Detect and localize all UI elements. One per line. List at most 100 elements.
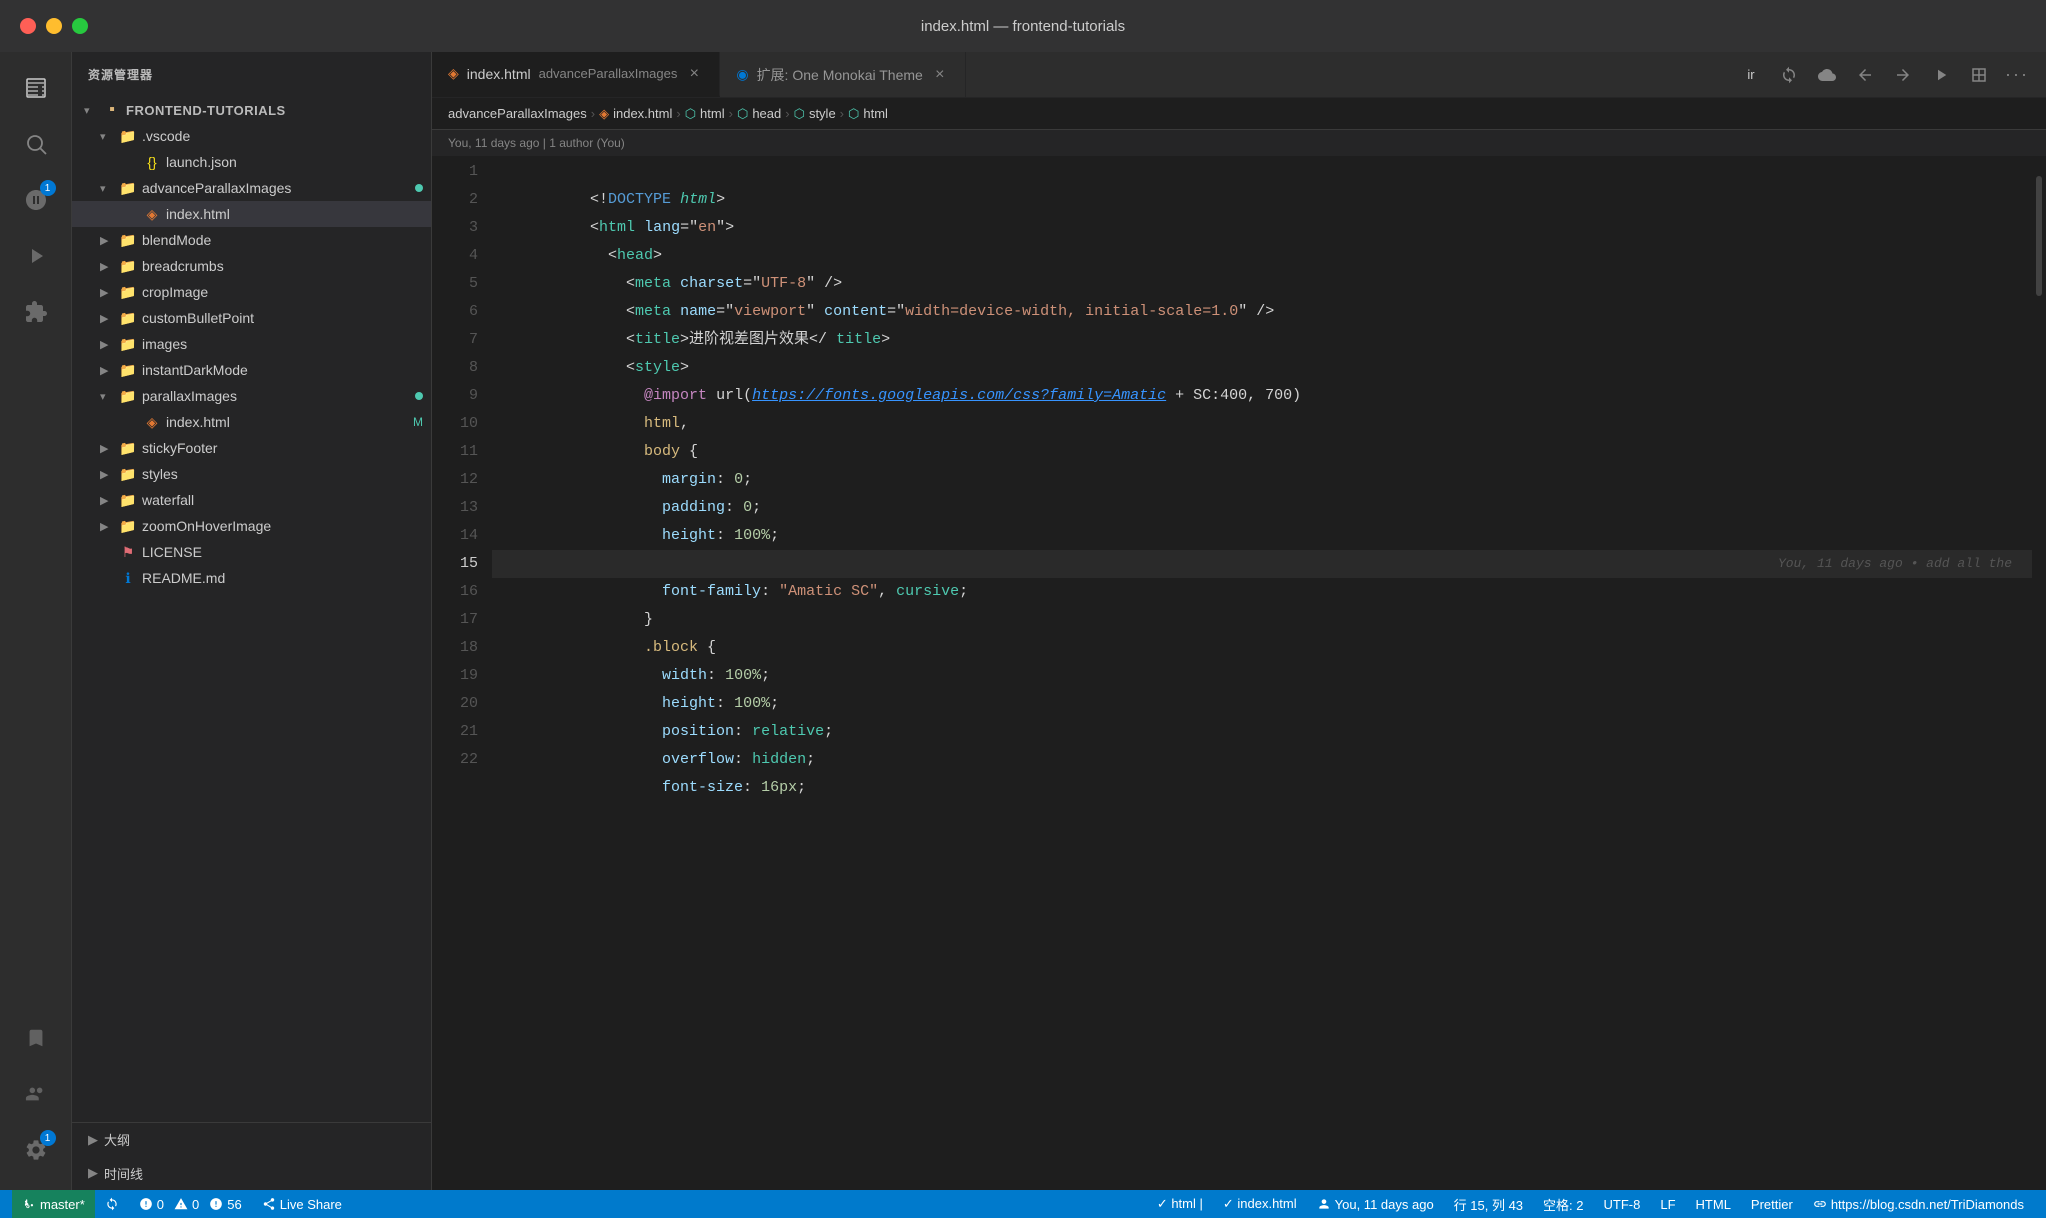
waterfall-label: waterfall (142, 492, 431, 508)
bc-sep2: › (676, 106, 680, 121)
toolbar-more[interactable]: ··· (2000, 58, 2034, 92)
status-check-html[interactable]: ✓ html | (1147, 1190, 1213, 1218)
code-line-19: height: 100%; (492, 662, 2032, 690)
status-check-index[interactable]: ✓ index.html (1213, 1190, 1307, 1218)
root-arrow: ▾ (84, 104, 102, 117)
status-remote-url[interactable]: https://blog.csdn.net/TriDiamonds (1803, 1190, 2034, 1218)
tree-item-cropimage[interactable]: ▶ 📁 cropImage (72, 279, 431, 305)
tab-index-label: index.html (467, 66, 531, 82)
tree-item-vscode[interactable]: ▾ 📁 .vscode (72, 123, 431, 149)
tree-item-advanceparallax[interactable]: ▾ 📁 advanceParallaxImages (72, 175, 431, 201)
tree-item-sticky[interactable]: ▶ 📁 stickyFooter (72, 435, 431, 461)
encoding-label: UTF-8 (1604, 1197, 1641, 1212)
activity-source-control[interactable]: 1 (10, 174, 62, 226)
tree-item-images[interactable]: ▶ 📁 images (72, 331, 431, 357)
waterfall-folder-icon: 📁 (118, 492, 138, 509)
status-lang[interactable]: HTML (1686, 1190, 1741, 1218)
close-button[interactable] (20, 18, 36, 34)
zoom-label: zoomOnHoverImage (142, 518, 431, 534)
launch-label: launch.json (166, 154, 431, 170)
tree-item-breadcrumbs[interactable]: ▶ 📁 breadcrumbs (72, 253, 431, 279)
activity-bookmark[interactable] (10, 1012, 62, 1064)
line-numbers: 1 2 3 4 5 6 7 8 9 10 11 12 13 14 15 16 1… (432, 156, 492, 1190)
bc-sep3: › (729, 106, 733, 121)
timeline-panel[interactable]: ▶ 时间线 (72, 1157, 431, 1191)
tab-monokai-close[interactable]: × (931, 66, 949, 84)
tree-item-styles[interactable]: ▶ 📁 styles (72, 461, 431, 487)
status-encoding[interactable]: UTF-8 (1594, 1190, 1651, 1218)
tree-item-launch-json[interactable]: {} launch.json (72, 149, 431, 175)
bc-sep5: › (840, 106, 844, 121)
blendmode-label: blendMode (142, 232, 431, 248)
status-bar: master* 0 0 56 Live Share ✓ html | ✓ ind… (0, 1190, 2046, 1218)
activity-remote[interactable] (10, 1068, 62, 1120)
timeline-label: 时间线 (104, 1164, 143, 1183)
bc-style[interactable]: style (809, 106, 836, 121)
activity-extensions[interactable] (10, 286, 62, 338)
tree-item-blendmode[interactable]: ▶ 📁 blendMode (72, 227, 431, 253)
toolbar-ir[interactable]: ir (1734, 58, 1768, 92)
bc-icon1: ◈ (599, 106, 609, 122)
status-eol[interactable]: LF (1650, 1190, 1685, 1218)
status-formatter[interactable]: Prettier (1741, 1190, 1803, 1218)
maximize-button[interactable] (72, 18, 88, 34)
tree-item-instantdark[interactable]: ▶ 📁 instantDarkMode (72, 357, 431, 383)
tab-monokai[interactable]: ◉ 扩展: One Monokai Theme × (720, 52, 965, 97)
tree-item-custombullet[interactable]: ▶ 📁 customBulletPoint (72, 305, 431, 331)
tree-item-license[interactable]: ⚑ LICENSE (72, 539, 431, 565)
activity-search[interactable] (10, 118, 62, 170)
status-errors[interactable]: 0 0 56 (129, 1190, 252, 1218)
parallax-index-icon: ◈ (142, 414, 162, 431)
status-spaces[interactable]: 空格: 2 (1533, 1190, 1593, 1218)
bc-index[interactable]: index.html (613, 106, 672, 121)
code-editor[interactable]: <!DOCTYPE html> <html lang="en"> <head> … (492, 156, 2032, 1190)
settings-badge: 1 (40, 1130, 56, 1146)
timeline-arrow: ▶ (88, 1165, 98, 1181)
status-git-info[interactable]: You, 11 days ago (1307, 1190, 1444, 1218)
sticky-label: stickyFooter (142, 440, 431, 456)
code-line-13: height: 100%; (492, 494, 2032, 522)
custombullet-arrow: ▶ (100, 312, 118, 325)
toolbar-run[interactable] (1924, 58, 1958, 92)
tree-item-readme[interactable]: ℹ README.md (72, 565, 431, 591)
status-sync[interactable] (95, 1190, 129, 1218)
outline-panel[interactable]: ▶ 大纲 (72, 1123, 431, 1157)
status-line-col[interactable]: 行 15, 列 43 (1444, 1190, 1533, 1218)
window-controls[interactable] (20, 18, 88, 34)
branch-name: master* (40, 1197, 85, 1212)
toolbar-sync[interactable] (1772, 58, 1806, 92)
bottom-panels: ▶ 大纲 ▶ 时间线 (72, 1122, 431, 1190)
bc-html2[interactable]: html (863, 106, 888, 121)
bc-root[interactable]: advanceParallaxImages (448, 106, 587, 121)
tree-item-parallax-index[interactable]: ◈ index.html M (72, 409, 431, 435)
code-line-6: <title>进阶视差图片效果</ title> (492, 298, 2032, 326)
toolbar-cloud[interactable] (1810, 58, 1844, 92)
tab-index-html[interactable]: ◈ index.html advanceParallaxImages × (432, 52, 720, 97)
minimize-button[interactable] (46, 18, 62, 34)
sticky-arrow: ▶ (100, 442, 118, 455)
toolbar-layout[interactable] (1962, 58, 1996, 92)
ln-5: 5 (432, 270, 478, 298)
titlebar: index.html — frontend-tutorials (0, 0, 2046, 52)
toolbar-back[interactable] (1848, 58, 1882, 92)
bc-html[interactable]: html (700, 106, 725, 121)
tab-monokai-icon: ◉ (736, 66, 748, 83)
editor-content[interactable]: 1 2 3 4 5 6 7 8 9 10 11 12 13 14 15 16 1… (432, 156, 2046, 1190)
tree-item-waterfall[interactable]: ▶ 📁 waterfall (72, 487, 431, 513)
blendmode-folder-icon: 📁 (118, 232, 138, 249)
bc-head[interactable]: head (752, 106, 781, 121)
editor-scrollbar[interactable] (2032, 156, 2046, 1190)
activity-files[interactable] (10, 62, 62, 114)
scroll-thumb[interactable] (2036, 176, 2042, 296)
tree-root[interactable]: ▾ ▪ FRONTEND-TUTORIALS (72, 97, 431, 123)
tab-close-icon[interactable]: × (685, 65, 703, 83)
tree-item-zoom[interactable]: ▶ 📁 zoomOnHoverImage (72, 513, 431, 539)
toolbar-forward[interactable] (1886, 58, 1920, 92)
bc-html-icon: ⬡ (685, 106, 696, 122)
status-branch[interactable]: master* (12, 1190, 95, 1218)
activity-settings[interactable]: 1 (10, 1124, 62, 1176)
status-liveshare[interactable]: Live Share (252, 1190, 352, 1218)
tree-item-index-html[interactable]: ◈ index.html (72, 201, 431, 227)
activity-run[interactable] (10, 230, 62, 282)
tree-item-parallax[interactable]: ▾ 📁 parallaxImages (72, 383, 431, 409)
